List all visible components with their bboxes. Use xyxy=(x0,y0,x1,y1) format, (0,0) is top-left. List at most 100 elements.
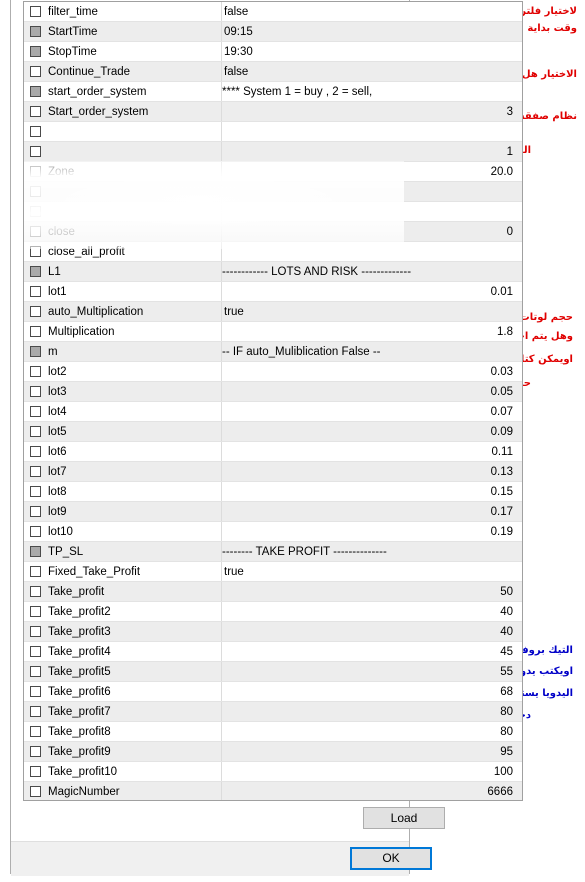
property-row[interactable]: MagicNumber 6666 xyxy=(24,782,522,800)
property-value[interactable]: 1.8 xyxy=(216,326,522,338)
checkbox-icon[interactable] xyxy=(30,226,41,237)
checkbox-icon[interactable] xyxy=(30,6,41,17)
checkbox-icon[interactable] xyxy=(30,686,41,697)
checkbox-icon[interactable] xyxy=(30,386,41,397)
checkbox-icon[interactable] xyxy=(30,586,41,597)
property-row[interactable]: Multiplication 1.8 xyxy=(24,322,522,342)
checkbox-icon[interactable] xyxy=(30,146,41,157)
property-row[interactable]: lot9 0.17 xyxy=(24,502,522,522)
property-value[interactable]: ------------ LOTS AND RISK ------------- xyxy=(216,266,522,278)
checkbox-icon[interactable] xyxy=(30,46,41,57)
property-row[interactable]: Continue_Trade false xyxy=(24,62,522,82)
property-value[interactable]: 0.05 xyxy=(216,386,522,398)
checkbox-icon[interactable] xyxy=(30,746,41,757)
property-value[interactable]: 0 xyxy=(216,226,522,238)
property-row[interactable]: lot6 0.11 xyxy=(24,442,522,462)
property-value[interactable]: true xyxy=(216,306,522,318)
property-row[interactable]: close 0 xyxy=(24,222,522,242)
load-button[interactable]: Load xyxy=(363,807,445,829)
checkbox-icon[interactable] xyxy=(30,606,41,617)
checkbox-icon[interactable] xyxy=(30,346,41,357)
checkbox-icon[interactable] xyxy=(30,446,41,457)
checkbox-icon[interactable] xyxy=(30,86,41,97)
property-row[interactable]: lot2 0.03 xyxy=(24,362,522,382)
checkbox-icon[interactable] xyxy=(30,526,41,537)
checkbox-icon[interactable] xyxy=(30,626,41,637)
checkbox-icon[interactable] xyxy=(30,366,41,377)
property-value[interactable]: 0.01 xyxy=(216,286,522,298)
property-row[interactable]: lot3 0.05 xyxy=(24,382,522,402)
checkbox-icon[interactable] xyxy=(30,406,41,417)
property-row[interactable]: Take_profit10 100 xyxy=(24,762,522,782)
property-value[interactable]: -------- TAKE PROFIT -------------- xyxy=(216,546,522,558)
checkbox-icon[interactable] xyxy=(30,426,41,437)
property-row[interactable]: lot5 0.09 xyxy=(24,422,522,442)
property-value[interactable]: 0.17 xyxy=(216,506,522,518)
checkbox-icon[interactable] xyxy=(30,706,41,717)
property-row[interactable] xyxy=(24,122,522,142)
checkbox-icon[interactable] xyxy=(30,106,41,117)
checkbox-icon[interactable] xyxy=(30,286,41,297)
property-row[interactable]: Take_profit7 80 xyxy=(24,702,522,722)
property-value[interactable]: 3 xyxy=(216,106,522,118)
checkbox-icon[interactable] xyxy=(30,646,41,657)
property-row[interactable]: filter_time false xyxy=(24,2,522,22)
checkbox-icon[interactable] xyxy=(30,166,41,177)
checkbox-icon[interactable] xyxy=(30,486,41,497)
checkbox-icon[interactable] xyxy=(30,726,41,737)
checkbox-icon[interactable] xyxy=(30,786,41,797)
property-row[interactable]: Take_profit4 45 xyxy=(24,642,522,662)
property-row[interactable]: lot8 0.15 xyxy=(24,482,522,502)
property-value[interactable]: 0.13 xyxy=(216,466,522,478)
checkbox-icon[interactable] xyxy=(30,566,41,577)
property-value[interactable]: 0.03 xyxy=(216,366,522,378)
property-value[interactable]: 40 xyxy=(216,626,522,638)
property-value[interactable]: false xyxy=(216,6,522,18)
property-value[interactable]: 80 xyxy=(216,706,522,718)
property-value[interactable]: 100 xyxy=(216,766,522,778)
property-value[interactable]: 68 xyxy=(216,686,522,698)
property-row[interactable]: 1 xyxy=(24,142,522,162)
checkbox-icon[interactable] xyxy=(30,26,41,37)
checkbox-icon[interactable] xyxy=(30,306,41,317)
property-value[interactable]: 0.09 xyxy=(216,426,522,438)
property-row[interactable]: lot1 0.01 xyxy=(24,282,522,302)
property-row[interactable]: start_order_system **** System 1 = buy , … xyxy=(24,82,522,102)
property-row[interactable] xyxy=(24,202,522,222)
property-row[interactable]: lot10 0.19 xyxy=(24,522,522,542)
property-row[interactable]: Take_profit3 40 xyxy=(24,622,522,642)
checkbox-icon[interactable] xyxy=(30,186,41,197)
property-row[interactable]: Take_profit6 68 xyxy=(24,682,522,702)
checkbox-icon[interactable] xyxy=(30,126,41,137)
property-value[interactable]: 80 xyxy=(216,726,522,738)
property-value[interactable]: true xyxy=(216,566,522,578)
checkbox-icon[interactable] xyxy=(30,206,41,217)
property-value[interactable]: 19:30 xyxy=(216,46,522,58)
property-row[interactable]: Fixed_Take_Profit true xyxy=(24,562,522,582)
property-row[interactable]: Take_profit9 95 xyxy=(24,742,522,762)
checkbox-icon[interactable] xyxy=(30,266,41,277)
property-value[interactable]: 0.11 xyxy=(216,446,522,458)
property-value[interactable]: **** System 1 = buy , 2 = sell, xyxy=(216,86,522,98)
property-row[interactable]: Take_profit 50 xyxy=(24,582,522,602)
property-value[interactable]: 0.15 xyxy=(216,486,522,498)
property-value[interactable]: 55 xyxy=(216,666,522,678)
property-value[interactable]: 1 xyxy=(216,146,522,158)
property-value[interactable]: 0.07 xyxy=(216,406,522,418)
property-row[interactable]: L1 ------------ LOTS AND RISK -----------… xyxy=(24,262,522,282)
property-row[interactable]: m -- IF auto_Muliblication False -- xyxy=(24,342,522,362)
checkbox-icon[interactable] xyxy=(30,466,41,477)
property-value[interactable]: 45 xyxy=(216,646,522,658)
property-value[interactable]: false xyxy=(216,66,522,78)
property-row[interactable]: lot7 0.13 xyxy=(24,462,522,482)
checkbox-icon[interactable] xyxy=(30,546,41,557)
property-value[interactable]: 20.0 xyxy=(216,166,522,178)
property-row[interactable]: Take_profit2 40 xyxy=(24,602,522,622)
property-value[interactable]: 95 xyxy=(216,746,522,758)
property-value[interactable]: 6666 xyxy=(216,786,522,798)
checkbox-icon[interactable] xyxy=(30,666,41,677)
property-row[interactable]: StopTime 19:30 xyxy=(24,42,522,62)
property-value[interactable]: 0.19 xyxy=(216,526,522,538)
property-row[interactable]: Take_profit8 80 xyxy=(24,722,522,742)
property-row[interactable]: lot4 0.07 xyxy=(24,402,522,422)
